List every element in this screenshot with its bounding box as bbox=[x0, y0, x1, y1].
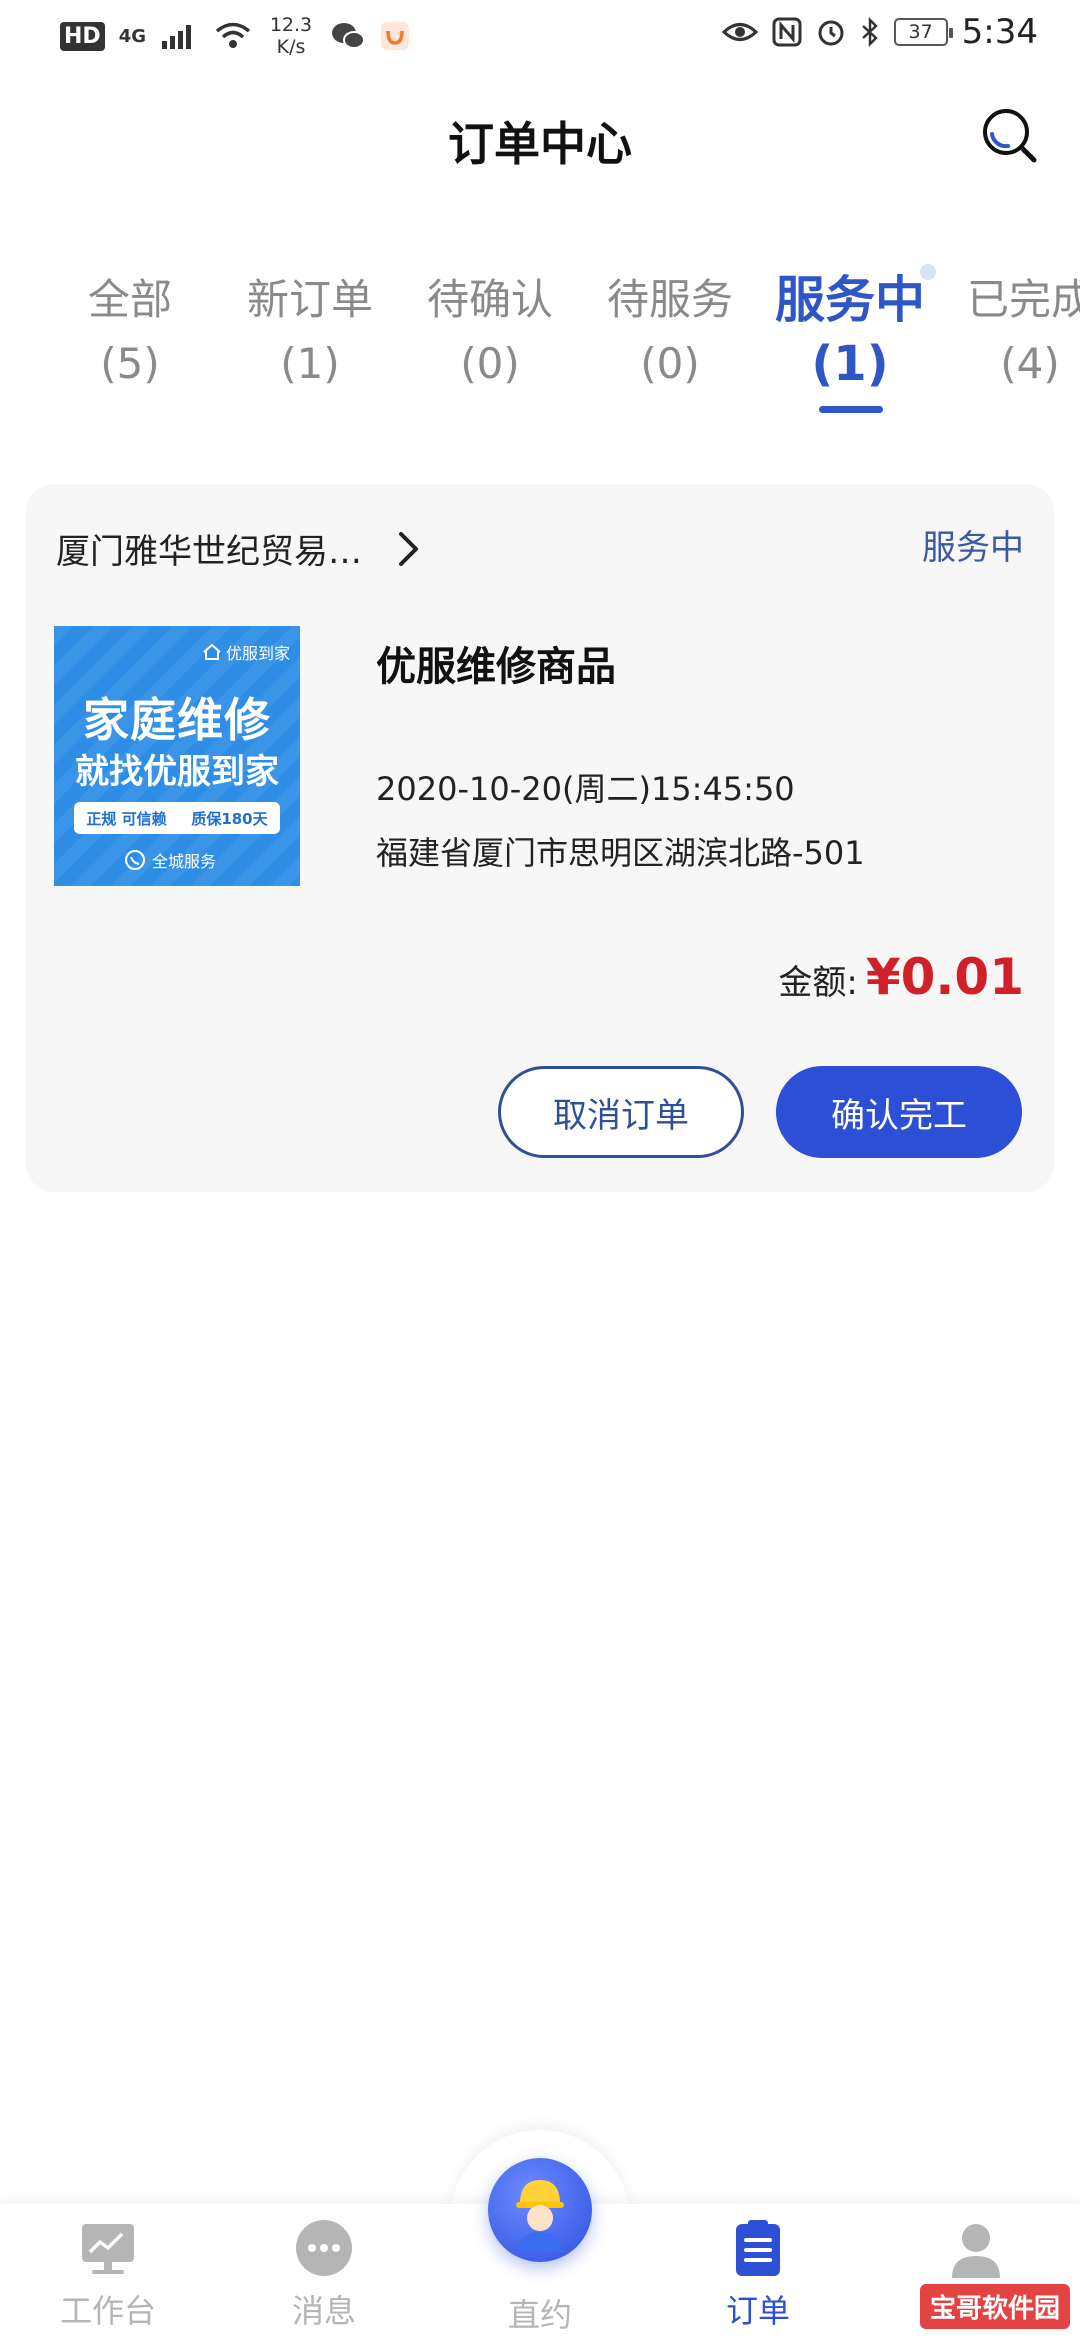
amount-label: 金额: bbox=[778, 963, 858, 1003]
clock: 5:34 bbox=[961, 12, 1038, 52]
status-bar: HD 4G 12.3 K/s 37 5:34 bbox=[0, 0, 1080, 80]
order-tabs: 全部 (5) 新订单 (1) 待确认 (0) 待服务 (0) 服务中 (1) 已… bbox=[0, 270, 1080, 420]
signal-icon bbox=[162, 25, 191, 49]
tab-pending-service[interactable]: 待服务 (0) bbox=[580, 270, 760, 398]
eye-icon bbox=[721, 23, 758, 41]
status-right: 37 5:34 bbox=[721, 12, 1038, 52]
tab-label: 已完成 bbox=[966, 275, 1080, 324]
phone-icon bbox=[125, 850, 145, 870]
tab-in-service[interactable]: 服务中 (1) bbox=[760, 270, 940, 398]
house-icon bbox=[203, 644, 221, 660]
thumbnail-footer: 全城服务 bbox=[124, 848, 216, 872]
tab-label: 待确认 bbox=[426, 275, 553, 324]
thumbnail-headline: 家庭维修 bbox=[83, 693, 271, 747]
cancel-order-button[interactable]: 取消订单 bbox=[498, 1066, 744, 1158]
tab-label: 待服务 bbox=[606, 275, 733, 324]
tab-all[interactable]: 全部 (5) bbox=[40, 270, 220, 398]
tab-label: 服务中 bbox=[775, 271, 925, 329]
thumbnail-brand: 优服到家 bbox=[203, 640, 290, 664]
nav-item-messages[interactable]: 消息 bbox=[224, 2216, 424, 2332]
thumbnail-footer-label: 全城服务 bbox=[152, 852, 217, 871]
speed-value: 12.3 bbox=[269, 14, 313, 36]
search-icon[interactable] bbox=[978, 104, 1042, 168]
nfc-icon bbox=[772, 17, 802, 47]
merchant-link[interactable]: 厦门雅华世纪贸易… bbox=[56, 524, 422, 573]
alarm-icon bbox=[818, 20, 844, 46]
nav-label: 订单 bbox=[725, 2292, 790, 2330]
tab-count: (0) bbox=[640, 339, 700, 388]
amount-value: ¥0.01 bbox=[865, 948, 1024, 1006]
chevron-right-icon bbox=[399, 531, 418, 566]
nav-label: 工作台 bbox=[59, 2292, 156, 2330]
speed-unit: K/s bbox=[276, 36, 306, 58]
order-card[interactable]: 厦门雅华世纪贸易… 服务中 优服到家 家庭维修 就找优服到家 正规 可信赖 质保… bbox=[26, 484, 1054, 1192]
worker-avatar-icon bbox=[516, 2180, 564, 2252]
thumbnail-brand-label: 优服到家 bbox=[225, 644, 290, 663]
tab-notification-dot bbox=[920, 264, 936, 280]
product-name: 优服维修商品 bbox=[376, 644, 616, 690]
chat-bubble-icon bbox=[296, 2220, 352, 2276]
person-icon bbox=[952, 2224, 1000, 2278]
thumbnail-pill-left: 正规 可信赖 bbox=[86, 809, 167, 828]
bluetooth-icon bbox=[861, 17, 878, 47]
status-left: HD 4G 12.3 K/s bbox=[60, 14, 410, 58]
nav-item-orders[interactable]: 订单 bbox=[658, 2216, 858, 2332]
battery-icon: 37 bbox=[893, 18, 953, 46]
merchant-name: 厦门雅华世纪贸易… bbox=[56, 532, 362, 572]
clipboard-list-icon bbox=[736, 2220, 780, 2276]
tab-count: (1) bbox=[280, 339, 340, 388]
nav-item-workbench[interactable]: 工作台 bbox=[8, 2216, 208, 2332]
tab-pending-confirm[interactable]: 待确认 (0) bbox=[400, 270, 580, 398]
tab-completed[interactable]: 已完成 (4) bbox=[940, 270, 1080, 398]
tab-count: (4) bbox=[1000, 339, 1060, 388]
tab-count: (0) bbox=[460, 339, 520, 388]
wifi-icon bbox=[215, 22, 251, 48]
network-speed: 12.3 K/s bbox=[266, 14, 316, 58]
tab-label: 全部 bbox=[87, 275, 172, 324]
tab-label: 新订单 bbox=[246, 275, 373, 324]
direct-booking-button[interactable] bbox=[488, 2158, 592, 2262]
wechat-icon bbox=[332, 23, 365, 49]
order-time: 2020-10-20(周二)15:45:50 bbox=[376, 770, 795, 808]
watermark: 宝哥软件园 bbox=[919, 2284, 1070, 2329]
amount-row: 金额: ¥0.01 bbox=[778, 948, 1024, 1006]
product-thumbnail[interactable]: 优服到家 家庭维修 就找优服到家 正规 可信赖 质保180天 全城服务 bbox=[54, 626, 300, 886]
nav-label: 消息 bbox=[291, 2292, 356, 2330]
screen: HD 4G 12.3 K/s 37 5:34 订单中心 全部 (5) 新订单 (… bbox=[0, 0, 1080, 2340]
thumbnail-pill-right: 质保180天 bbox=[191, 809, 268, 828]
active-tab-indicator bbox=[819, 406, 883, 413]
nav-label-direct-booking[interactable]: 直约 bbox=[440, 2290, 640, 2336]
hd-badge: HD bbox=[60, 21, 105, 51]
didi-icon bbox=[381, 22, 409, 50]
tab-new[interactable]: 新订单 (1) bbox=[220, 270, 400, 398]
thumbnail-pill: 正规 可信赖 质保180天 bbox=[74, 802, 280, 834]
page-title: 订单中心 bbox=[448, 117, 632, 171]
monitor-chart-icon bbox=[82, 2224, 134, 2274]
thumbnail-subheadline: 就找优服到家 bbox=[75, 752, 279, 792]
network-type: 4G bbox=[118, 25, 146, 47]
order-address: 福建省厦门市思明区湖滨北路-501 bbox=[376, 834, 865, 872]
confirm-completion-button[interactable]: 确认完工 bbox=[776, 1066, 1022, 1158]
order-status-badge: 服务中 bbox=[922, 528, 1024, 568]
tab-count: (1) bbox=[811, 336, 889, 392]
tab-count: (5) bbox=[100, 339, 160, 388]
